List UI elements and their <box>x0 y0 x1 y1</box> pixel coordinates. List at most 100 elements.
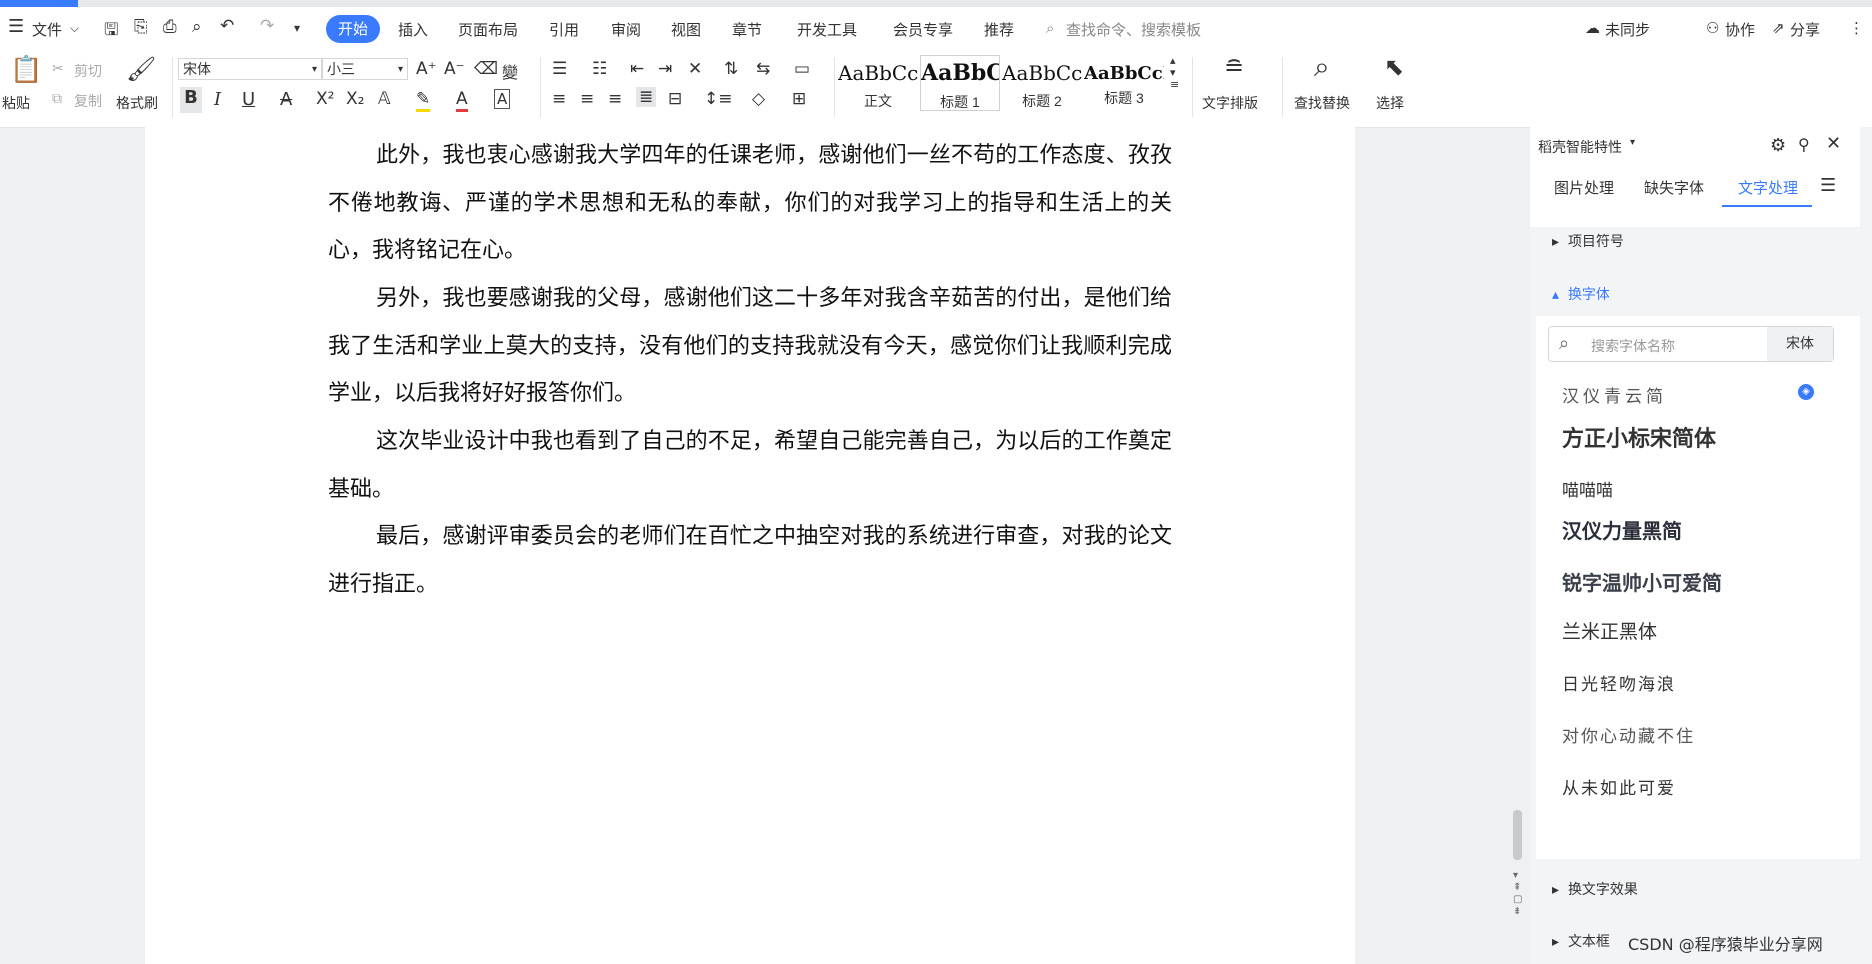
tab-recommend[interactable]: 推荐 <box>984 19 1014 40</box>
print-icon[interactable]: ⎙ <box>163 17 177 37</box>
format-painter-button[interactable]: 格式刷 <box>116 93 158 113</box>
tab-member[interactable]: 会员专享 <box>893 19 953 40</box>
tab-insert[interactable]: 插入 <box>398 19 428 40</box>
tab-image-processing[interactable]: 图片处理 <box>1554 177 1614 198</box>
superscript-button[interactable]: X² <box>316 89 334 109</box>
font-item[interactable]: 喵喵喵 <box>1562 476 1613 501</box>
copy-icon[interactable]: ⧉ <box>52 91 62 107</box>
font-size-select[interactable]: 小三 ▾ <box>322 58 408 80</box>
style-heading-3[interactable]: AaBbCcI 标题 3 <box>1084 55 1164 111</box>
undo-icon[interactable]: ↶ <box>220 16 234 36</box>
collab-icon[interactable]: ⚇ <box>1706 19 1719 37</box>
grow-font-icon[interactable]: A⁺ <box>416 59 437 79</box>
section-textbox[interactable]: ▸ 文本框 <box>1552 931 1610 951</box>
font-item[interactable]: 汉仪力量黑简 <box>1562 515 1682 544</box>
styles-scroll-icon[interactable]: ▴ ▾ ≡ <box>1170 55 1179 91</box>
select-button[interactable]: 选择 <box>1376 93 1404 113</box>
section-text-effects[interactable]: ▸ 换文字效果 <box>1552 879 1638 899</box>
clear-format-icon[interactable]: ⌫ <box>474 59 498 79</box>
font-item[interactable]: 方正小标宋简体 <box>1562 421 1716 453</box>
align-right-icon[interactable]: ≡ <box>608 89 622 109</box>
scroll-arrows-icon[interactable]: ▾ ⇞ ▢ ⇟ <box>1513 870 1522 918</box>
bullet-list-icon[interactable]: ☰ <box>552 59 567 79</box>
save-icon[interactable]: 🖫 <box>104 17 118 46</box>
font-item[interactable]: 汉仪青云简 <box>1562 382 1667 407</box>
text-effect-icon[interactable]: 𝔸 <box>378 89 391 109</box>
show-marks-icon[interactable]: ▭ <box>794 59 810 79</box>
font-color-icon[interactable]: A <box>456 89 468 112</box>
chevron-down-icon[interactable]: ▾ <box>1630 137 1635 148</box>
highlight-icon[interactable]: ✎ <box>416 89 431 112</box>
current-font-chip[interactable]: 宋体 <box>1767 327 1833 361</box>
file-menu[interactable]: 文件 <box>32 19 62 40</box>
underline-button[interactable]: U <box>242 89 255 110</box>
tab-review[interactable]: 审阅 <box>611 19 641 40</box>
doc-paragraph[interactable]: 此外，我也衷心感谢我大学四年的任课老师，感谢他们一丝不苟的工作态度、孜孜不倦地教… <box>328 132 1172 275</box>
text-layout-icon[interactable]: ≘ <box>1224 55 1244 79</box>
search-icon[interactable]: ⌕ <box>1046 19 1054 37</box>
text-direction-icon[interactable]: ⇅ <box>724 59 738 79</box>
tab-start[interactable]: 开始 <box>326 15 380 43</box>
decrease-indent-icon[interactable]: ⇤ <box>630 59 644 79</box>
sync-status[interactable]: 未同步 <box>1605 19 1650 40</box>
panel-title[interactable]: 稻壳智能特性 <box>1538 137 1622 157</box>
paste-button[interactable]: 粘贴 <box>2 93 30 113</box>
gear-icon[interactable]: ⚙ <box>1770 135 1786 156</box>
distribute-icon[interactable]: ⊟ <box>668 89 682 109</box>
tab-text-processing[interactable]: 文字处理 <box>1738 177 1798 198</box>
document-scrollbar[interactable]: ▾ ⇞ ▢ ⇟ <box>1512 200 1524 960</box>
phonetic-guide-icon[interactable]: 變 <box>502 59 518 83</box>
close-icon[interactable]: ✕ <box>1826 133 1841 154</box>
align-left-icon[interactable]: ≡ <box>552 89 566 109</box>
shrink-font-icon[interactable]: A⁻ <box>444 59 465 79</box>
bold-button[interactable]: B <box>180 87 202 113</box>
font-item[interactable]: 从未如此可爱 <box>1562 774 1676 799</box>
share-icon[interactable]: ⇗ <box>1772 19 1785 37</box>
doc-paragraph[interactable]: 另外，我也要感谢我的父母，感谢他们这二十多年对我含辛茹苦的付出，是他们给我了生活… <box>328 275 1172 418</box>
tab-references[interactable]: 引用 <box>549 19 579 40</box>
scroll-thumb[interactable] <box>1513 810 1522 860</box>
tab-page-layout[interactable]: 页面布局 <box>458 19 518 40</box>
chevron-down-icon[interactable]: ⌵ <box>70 21 79 36</box>
font-item[interactable]: 锐字温帅小可爱简 <box>1562 567 1722 596</box>
scissors-icon[interactable]: ✂ <box>52 61 64 77</box>
hamburger-icon[interactable]: ☰ <box>8 16 24 37</box>
shading-icon[interactable]: ◇ <box>752 89 765 109</box>
sort-icon[interactable]: ⇆ <box>756 59 770 79</box>
tab-missing-fonts[interactable]: 缺失字体 <box>1644 177 1704 198</box>
section-change-font[interactable]: ▴ 换字体 <box>1552 284 1610 304</box>
font-search-input[interactable]: 搜索字体名称 <box>1591 336 1675 356</box>
pin-icon[interactable]: ⚲ <box>1798 135 1810 154</box>
borders-icon[interactable]: ⊞ <box>792 89 806 109</box>
find-replace-button[interactable]: 查找替换 <box>1294 93 1350 113</box>
style-heading-2[interactable]: AaBbCc 标题 2 <box>1002 55 1082 111</box>
line-spacing-icon[interactable]: ↕≡ <box>704 89 733 109</box>
italic-button[interactable]: I <box>214 89 221 110</box>
export-pdf-icon[interactable]: ⎘ <box>134 17 148 37</box>
more-icon[interactable]: ⋮ <box>1849 19 1864 37</box>
font-name-select[interactable]: 宋体 ▾ <box>178 58 322 80</box>
tab-developer[interactable]: 开发工具 <box>797 19 857 40</box>
justify-icon[interactable]: ≣ <box>636 87 657 107</box>
copy-button[interactable]: 复制 <box>74 91 102 111</box>
doc-paragraph[interactable]: 最后，感谢评审委员会的老师们在百忙之中抽空对我的系统进行审查，对我的论文进行指正… <box>328 513 1172 608</box>
numbered-list-icon[interactable]: ☷ <box>592 59 607 79</box>
command-search-input[interactable]: 查找命令、搜索模板 <box>1066 19 1201 40</box>
doc-paragraph[interactable]: 这次毕业设计中我也看到了自己的不足，希望自己能完善自己，为以后的工作奠定基础。 <box>328 418 1172 513</box>
subscript-button[interactable]: X₂ <box>346 89 364 109</box>
quick-access-more-icon[interactable]: ▾ <box>294 21 300 35</box>
increase-indent-icon[interactable]: ⇥ <box>658 59 672 79</box>
tab-section[interactable]: 章节 <box>732 19 762 40</box>
print-preview-icon[interactable]: ⌕ <box>192 17 202 37</box>
font-item[interactable]: 对你心动藏不住 <box>1562 722 1695 747</box>
share-button[interactable]: 分享 <box>1790 19 1820 40</box>
strikethrough-button[interactable]: A <box>280 89 292 110</box>
format-painter-icon[interactable]: 🖌 <box>126 57 156 81</box>
font-item[interactable]: 兰米正黑体 <box>1562 617 1657 644</box>
font-search-box[interactable]: ⌕ 搜索字体名称 宋体 <box>1548 326 1834 362</box>
redo-icon[interactable]: ↷ <box>260 16 274 36</box>
char-border-icon[interactable]: A <box>494 89 511 109</box>
menu-icon[interactable]: ☰ <box>1820 175 1836 196</box>
chinese-layout-icon[interactable]: ✕ <box>688 59 702 79</box>
font-item[interactable]: 日光轻吻海浪 <box>1562 670 1676 695</box>
